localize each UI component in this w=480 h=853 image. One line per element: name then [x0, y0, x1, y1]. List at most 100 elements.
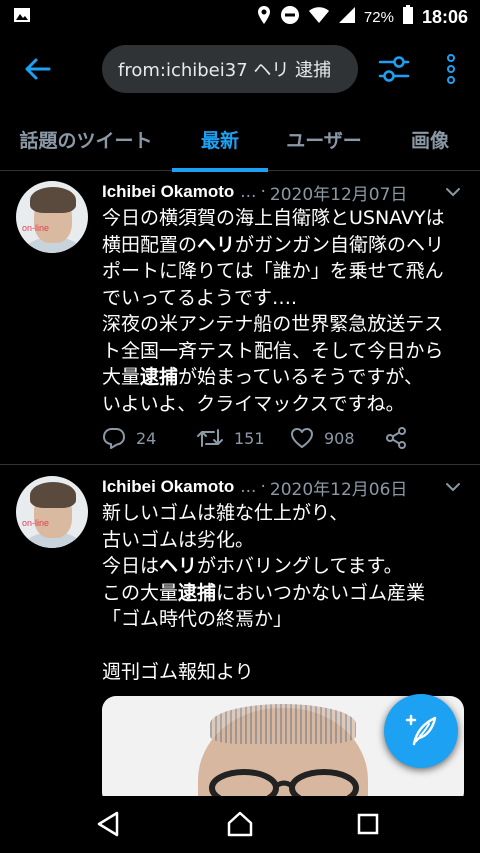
vertical-dots-icon [447, 54, 455, 84]
reply-button[interactable]: 24 [102, 427, 156, 449]
text-run: 古いゴムは劣化。 [102, 528, 255, 551]
text-run: がホバリングしてます。 [197, 555, 403, 577]
chevron-down-icon[interactable] [444, 183, 462, 201]
avatar-badge: on-line [22, 223, 50, 233]
handle-ellipsis: ... [240, 477, 257, 497]
tweet-header: Ichibei Okamoto ... · 2020年12月06日 [102, 474, 407, 500]
text-run: 新しいゴムは雑な仕上がり、 [102, 502, 349, 524]
text-run: 「ゴム時代の終焉か」 [102, 608, 293, 630]
display-name[interactable]: Ichibei Okamoto [102, 477, 234, 497]
highlighted-keyword: 逮捕 [178, 581, 217, 604]
sliders-icon [378, 56, 410, 82]
avatar[interactable]: on-line [16, 476, 88, 548]
text-run: ポートに降りては「誰か」を乗せて飛ん [102, 260, 444, 282]
reply-count: 24 [136, 428, 157, 448]
tweet-line: ト全国一斉テスト配信、そして今日から [102, 338, 472, 365]
chevron-down-icon[interactable] [444, 478, 462, 496]
battery-percent: 72% [363, 8, 394, 26]
search-filter-button[interactable] [376, 51, 412, 87]
wifi-icon [308, 6, 330, 29]
more-options-button[interactable] [436, 51, 466, 87]
text-run: 今日の横須賀の海上自衛隊とUSNAVYは [102, 207, 445, 229]
tweet-text: 今日の横須賀の海上自衛隊とUSNAVYは 横田配置のヘリがガンガン自衛隊のヘリ ポー… [102, 205, 472, 417]
like-count: 908 [324, 428, 355, 448]
tab-photos[interactable]: 画像 [380, 108, 480, 171]
compose-tweet-button[interactable] [384, 694, 458, 768]
text-run: いよいよ、クライマックスですね。 [102, 392, 405, 415]
tweet-header: Ichibei Okamoto ... · 2020年12月07日 [102, 179, 407, 205]
text-run: においつかないゴム産業 [216, 581, 426, 604]
search-tabs: 話題のツイート 最新 ユーザー 画像 [0, 108, 480, 172]
tweet[interactable]: on-line Ichibei Okamoto ... · 2020年12月07… [0, 171, 480, 465]
tweet-actions: 24 151 908 [102, 423, 422, 453]
heart-icon [291, 428, 313, 448]
text-run: が始まっているそうですが、 [178, 366, 423, 388]
tweet-line: 横田配置のヘリがガンガン自衛隊のヘリ [102, 232, 472, 259]
house-icon [227, 811, 253, 837]
text-run: この大量 [102, 581, 179, 604]
tab-people[interactable]: ユーザー [268, 108, 380, 171]
display-name[interactable]: Ichibei Okamoto [102, 182, 234, 202]
tweet-line: 今日はヘリがホバリングしてます。 [102, 553, 472, 580]
tweet-line: 新しいゴムは雑な仕上がり、 [102, 500, 472, 527]
text-run: 深夜の米アンテナ船の世界緊急放送テス [102, 313, 444, 335]
avatar[interactable]: on-line [16, 181, 88, 253]
reply-icon [103, 428, 125, 449]
tweet-date: 2020年12月07日 [269, 184, 408, 205]
glasses-graphic [209, 769, 359, 796]
tweet-line: 今日の横須賀の海上自衛隊とUSNAVYは [102, 205, 472, 232]
separator-dot: · [260, 477, 266, 497]
image-icon [12, 5, 32, 30]
highlighted-keyword: ヘリ [197, 233, 236, 256]
text-run: がガンガン自衛隊のヘリ [235, 233, 445, 256]
dnd-icon [280, 5, 300, 30]
compose-feather-icon [405, 714, 437, 746]
text-run: 週刊ゴム報知より [102, 661, 254, 683]
tab-latest[interactable]: 最新 [172, 108, 268, 172]
search-header: from:ichibei37 ヘリ 逮捕 [0, 34, 480, 104]
text-run: 大量 [102, 366, 141, 388]
handle-ellipsis: ... [240, 182, 257, 202]
nav-home-button[interactable] [222, 808, 258, 840]
separator-dot: · [260, 182, 266, 202]
location-icon [256, 5, 272, 30]
triangle-back-icon [97, 811, 119, 837]
battery-icon [402, 4, 414, 30]
tab-top[interactable]: 話題のツイート [0, 108, 172, 171]
clock: 18:06 [421, 6, 468, 27]
like-button[interactable]: 908 [290, 427, 355, 449]
signal-icon [338, 6, 356, 29]
tweet-date: 2020年12月06日 [269, 479, 408, 500]
tweet-line: この大量逮捕においつかないゴム産業 [102, 580, 472, 607]
search-input[interactable]: from:ichibei37 ヘリ 逮捕 [102, 45, 358, 93]
text-run: でいってるようです…. [102, 286, 298, 309]
avatar-badge: on-line [22, 518, 50, 528]
back-button[interactable] [20, 54, 54, 84]
share-icon [386, 427, 406, 449]
highlighted-keyword: ヘリ [159, 555, 198, 577]
nav-back-button[interactable] [90, 808, 126, 840]
share-button[interactable] [384, 426, 408, 450]
retweet-icon [197, 429, 223, 447]
highlighted-keyword: 逮捕 [140, 366, 179, 388]
tweet-text: 新しいゴムは雑な仕上がり、 古いゴムは劣化。 今日はヘリがホバリングしてます。 この大… [102, 500, 472, 686]
tweet-line: ポートに降りては「誰か」を乗せて飛ん [102, 258, 472, 285]
tweet-line: 「ゴム時代の終焉か」 [102, 606, 472, 633]
system-nav-bar [0, 796, 480, 853]
tweet-line: 古いゴムは劣化。 [102, 527, 472, 554]
arrow-left-icon [25, 58, 51, 80]
tweet-line: 大量逮捕が始まっているそうですが、 [102, 364, 472, 391]
tweet-line: でいってるようです…. [102, 285, 472, 312]
tweet-line [102, 633, 472, 660]
tweet-line: 深夜の米アンテナ船の世界緊急放送テス [102, 311, 472, 338]
text-run: 今日は [102, 555, 160, 577]
retweet-count: 151 [234, 428, 265, 448]
status-bar: 72% 18:06 [0, 0, 480, 34]
text-run: 横田配置の [102, 233, 198, 256]
tweet-line: いよいよ、クライマックスですね。 [102, 391, 472, 418]
text-run: ト全国一斉テスト配信、そして今日から [102, 339, 444, 362]
retweet-button[interactable]: 151 [196, 427, 265, 449]
square-recents-icon [357, 813, 379, 835]
nav-recents-button[interactable] [350, 808, 386, 840]
tweet-line: 週刊ゴム報知より [102, 659, 472, 686]
